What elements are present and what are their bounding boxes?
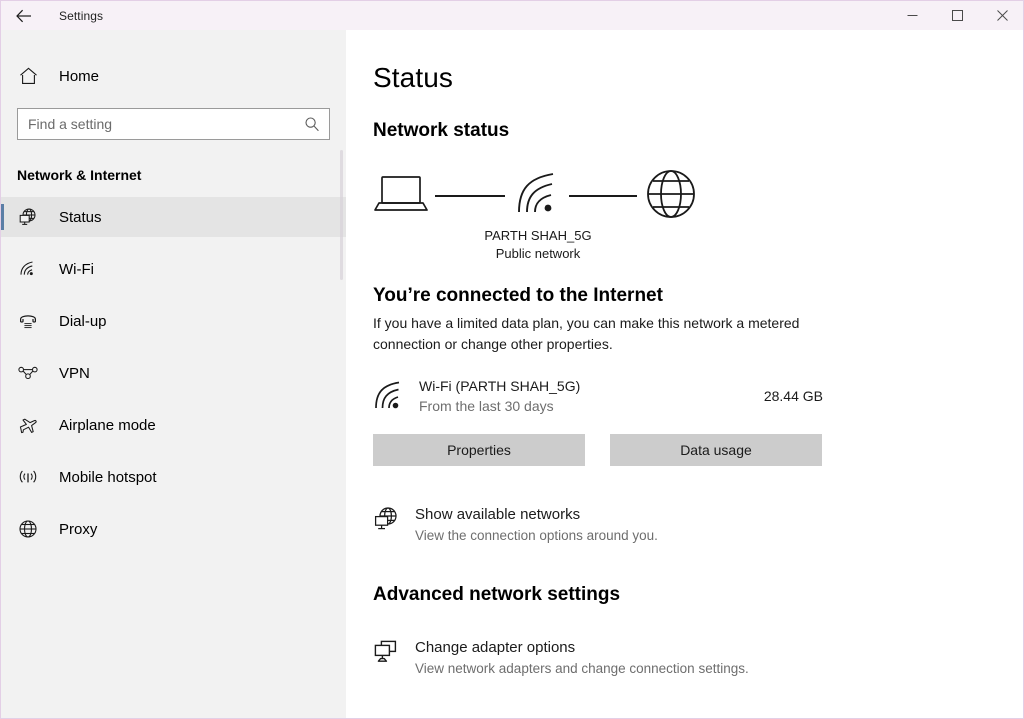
search-icon[interactable] (297, 109, 327, 139)
show-networks-text-block: Show available networks View the connect… (415, 504, 658, 546)
sidebar-item-home[interactable]: Home (1, 57, 346, 95)
network-type: Public network (495, 246, 581, 261)
sidebar-item-airplane-mode[interactable]: Airplane mode (1, 405, 346, 445)
hotspot-icon (17, 468, 39, 486)
settings-window: Settings Home Find a setting Network & I… (0, 0, 1024, 719)
data-usage-summary: Wi-Fi (PARTH SHAH_5G) From the last 30 d… (373, 376, 823, 416)
usage-text-block: Wi-Fi (PARTH SHAH_5G) From the last 30 d… (419, 376, 764, 416)
sidebar-item-label: Mobile hotspot (59, 468, 157, 486)
maximize-icon (952, 10, 963, 21)
main-content: Status Network status PARTH SHAH_5G Publ… (346, 30, 1023, 718)
minimize-icon (907, 15, 918, 16)
app-title: Settings (59, 8, 104, 23)
globe-monitor-icon (373, 504, 407, 532)
sidebar-item-label: Airplane mode (59, 416, 156, 434)
change-adapter-title: Change adapter options (415, 639, 576, 656)
sidebar-home-label: Home (59, 67, 100, 85)
change-adapter-options-link[interactable]: Change adapter options View network adap… (373, 633, 933, 683)
diagram-link-right (569, 195, 637, 197)
globe-icon (645, 168, 697, 225)
usage-subtitle: From the last 30 days (419, 398, 554, 414)
sidebar-item-proxy[interactable]: Proxy (1, 509, 346, 549)
usage-amount: 28.44 GB (763, 388, 823, 404)
action-button-row: Properties Data usage (373, 434, 1023, 466)
airplane-icon (17, 415, 39, 435)
wifi-icon (17, 260, 39, 278)
sidebar-item-status[interactable]: Status (1, 197, 346, 237)
properties-button[interactable]: Properties (373, 434, 585, 466)
home-icon (17, 67, 39, 85)
laptop-icon (373, 173, 429, 220)
sidebar-item-dialup[interactable]: Dial-up (1, 301, 346, 341)
close-icon (997, 10, 1008, 21)
change-adapter-subtitle: View network adapters and change connect… (415, 661, 749, 676)
minimize-button[interactable] (890, 1, 935, 30)
window-caption-buttons (890, 1, 1023, 30)
connected-description: If you have a limited data plan, you can… (373, 315, 800, 352)
dialup-phone-icon (17, 312, 39, 330)
usage-title: Wi-Fi (PARTH SHAH_5G) (419, 378, 581, 394)
search-box[interactable] (17, 108, 330, 140)
advanced-network-settings-heading: Advanced network settings (373, 584, 621, 605)
sidebar-scrollbar[interactable] (340, 150, 343, 280)
diagram-link-left (435, 195, 505, 197)
change-adapter-text-block: Change adapter options View network adap… (415, 637, 749, 679)
globe-icon (17, 519, 39, 539)
maximize-button[interactable] (935, 1, 980, 30)
search-input[interactable] (18, 109, 297, 139)
show-available-networks-link[interactable]: Show available networks View the connect… (373, 500, 933, 550)
back-arrow-icon (16, 9, 31, 22)
network-diagram-row (373, 167, 703, 225)
sidebar-item-label: Wi-Fi (59, 260, 94, 278)
sidebar-item-vpn[interactable]: VPN (1, 353, 346, 393)
network-diagram: PARTH SHAH_5G Public network (373, 167, 703, 263)
adapter-monitors-icon (373, 637, 407, 665)
back-button[interactable] (1, 1, 47, 30)
sidebar-item-label: Proxy (59, 520, 98, 538)
sidebar-item-wifi[interactable]: Wi-Fi (1, 249, 346, 289)
sidebar-category-title: Network & Internet (17, 167, 142, 183)
network-diagram-caption: PARTH SHAH_5G Public network (373, 227, 703, 263)
connected-heading: You’re connected to the Internet (373, 285, 663, 306)
title-bar: Settings (1, 1, 1023, 30)
sidebar: Home Network & Internet (1, 30, 346, 718)
data-usage-button[interactable]: Data usage (610, 434, 822, 466)
sidebar-item-mobile-hotspot[interactable]: Mobile hotspot (1, 457, 346, 497)
sidebar-item-label: Status (59, 208, 102, 226)
sidebar-item-label: Dial-up (59, 312, 107, 330)
network-status-heading: Network status (373, 120, 510, 141)
page-title: Status (373, 62, 453, 93)
close-button[interactable] (980, 1, 1023, 30)
globe-monitor-icon (17, 207, 39, 227)
vpn-icon (17, 365, 39, 381)
wifi-icon (373, 381, 409, 411)
show-networks-title: Show available networks (415, 506, 581, 523)
sidebar-item-label: VPN (59, 364, 90, 382)
wifi-signal-icon (513, 172, 561, 221)
network-ssid: PARTH SHAH_5G (484, 228, 592, 243)
show-networks-subtitle: View the connection options around you. (415, 528, 658, 543)
sidebar-nav-list: Status Wi-Fi Dial-up VPN Airplane mode M… (1, 197, 346, 549)
